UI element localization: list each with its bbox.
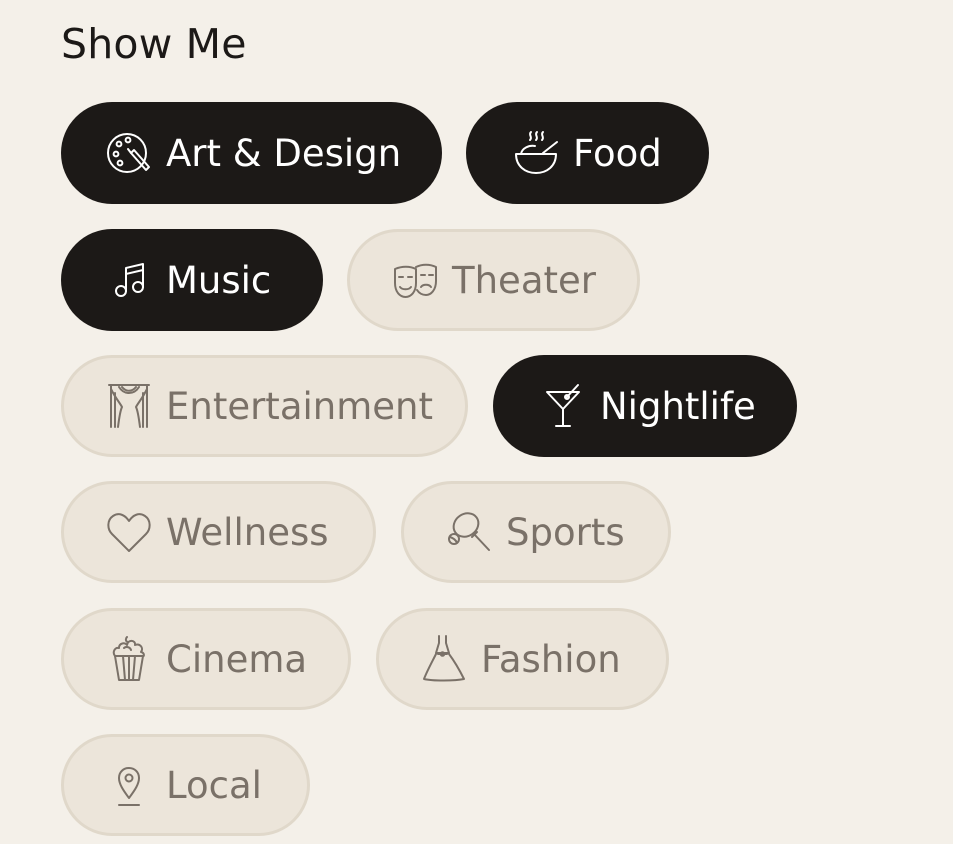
chip-wellness[interactable]: Wellness <box>61 481 376 583</box>
chip-entertainment[interactable]: Entertainment <box>61 355 468 457</box>
chip-label: Entertainment <box>166 384 433 428</box>
chip-label: Fashion <box>481 637 621 681</box>
soup-bowl-icon <box>513 128 559 178</box>
chip-label: Sports <box>506 510 625 554</box>
chip-label: Music <box>166 258 272 302</box>
heart-icon <box>106 507 152 557</box>
chip-nightlife[interactable]: Nightlife <box>493 355 797 457</box>
chip-label: Cinema <box>166 637 308 681</box>
chip-label: Nightlife <box>600 384 756 428</box>
chip-label: Art & Design <box>166 131 402 175</box>
chip-label: Food <box>573 131 662 175</box>
category-chip-list: Art & Design Food Music Theater Entertai… <box>0 0 953 844</box>
cocktail-glass-icon <box>540 381 586 431</box>
chip-label: Local <box>166 763 262 807</box>
chip-fashion[interactable]: Fashion <box>376 608 669 710</box>
chip-food[interactable]: Food <box>466 102 709 204</box>
theater-masks-icon <box>392 255 438 305</box>
palette-icon <box>106 128 152 178</box>
stage-curtains-icon <box>106 381 152 431</box>
location-pin-icon <box>106 760 152 810</box>
chip-sports[interactable]: Sports <box>401 481 671 583</box>
music-note-icon <box>106 255 152 305</box>
racket-ball-icon <box>446 507 492 557</box>
chip-label: Wellness <box>166 510 329 554</box>
dress-icon <box>421 634 467 684</box>
chip-art-design[interactable]: Art & Design <box>61 102 442 204</box>
popcorn-icon <box>106 634 152 684</box>
chip-cinema[interactable]: Cinema <box>61 608 351 710</box>
chip-music[interactable]: Music <box>61 229 323 331</box>
chip-theater[interactable]: Theater <box>347 229 640 331</box>
chip-local[interactable]: Local <box>61 734 310 836</box>
chip-label: Theater <box>452 258 596 302</box>
